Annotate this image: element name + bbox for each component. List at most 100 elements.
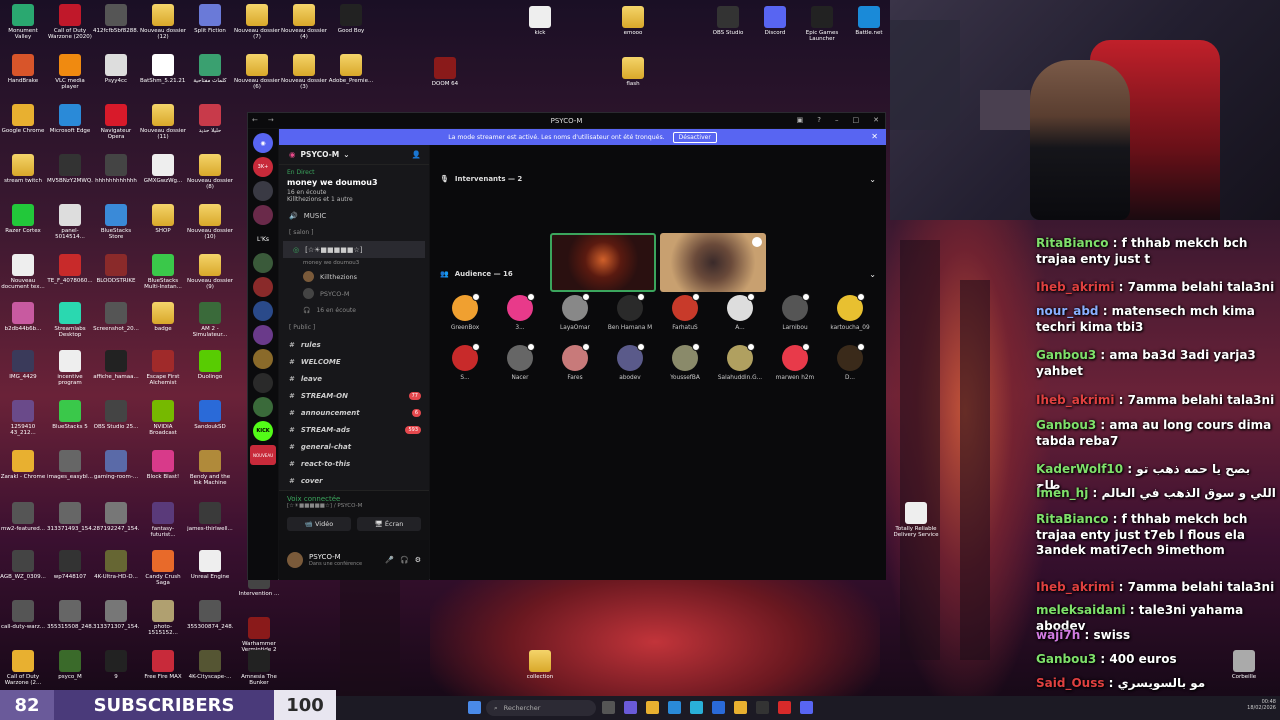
desktop-icon[interactable]: emooo [610, 4, 656, 52]
category-public[interactable]: [ Public ] [279, 319, 429, 336]
home-icon[interactable]: ◉ [253, 133, 273, 153]
desktop-icon[interactable]: b2db44b6b... [0, 300, 46, 348]
screen-share-button[interactable]: 🖥 Écran [357, 517, 421, 531]
desktop-icon[interactable]: Nouveau dossier (4) [281, 2, 327, 50]
desktop-icon[interactable]: Unreal Engine [187, 548, 233, 596]
obs-icon[interactable] [756, 701, 769, 714]
desktop-icon[interactable]: 9 [93, 648, 139, 696]
desktop-icon[interactable]: 412fcfb5bf8288... [93, 2, 139, 50]
inbox-icon[interactable]: ▣ [797, 116, 804, 124]
audience-member[interactable]: YoussefBA [660, 343, 710, 381]
chevron-down-icon[interactable]: ⌄ [869, 175, 876, 184]
desktop-icon[interactable]: Candy Crush Saga [140, 548, 186, 596]
opera-icon[interactable] [778, 701, 791, 714]
desktop-icon[interactable]: حليلا حديد [187, 102, 233, 150]
server-icon[interactable] [253, 253, 273, 273]
desktop-icon[interactable]: photo-1515152... [140, 598, 186, 646]
desktop-icon[interactable]: Nouveau dossier (9) [187, 252, 233, 300]
member-row[interactable]: PSYCO-M [279, 285, 429, 302]
chat-username[interactable]: KaderWolf10 [1036, 462, 1123, 476]
server-icon[interactable]: L'Ks [253, 229, 273, 249]
server-icon[interactable] [253, 349, 273, 369]
chrome-icon[interactable] [734, 701, 747, 714]
audience-member[interactable]: abodev [605, 343, 655, 381]
audience-member[interactable]: S... [440, 343, 490, 381]
settings-icon[interactable]: ⚙ [415, 556, 421, 564]
new-badge[interactable]: NOUVEAU [250, 445, 276, 465]
desktop-icon[interactable]: SandoukSD [187, 398, 233, 446]
desktop-icon[interactable]: BlueStacks Store [93, 202, 139, 250]
member-row[interactable]: Killthezions [279, 268, 429, 285]
audience-member[interactable]: Larnibou [770, 293, 820, 331]
chat-username[interactable]: Iheb_akrimi [1036, 393, 1114, 407]
desktop-icon[interactable]: Nouveau dossier (6) [234, 52, 280, 100]
forward-icon[interactable]: → [268, 116, 274, 124]
desktop-icon[interactable]: affiche_hamaa... [93, 348, 139, 396]
desktop-icon[interactable]: Nouveau dossier (10) [187, 202, 233, 250]
edge-icon[interactable] [690, 701, 703, 714]
audience-member[interactable]: 3... [495, 293, 545, 331]
server-icon[interactable]: 3K+ [253, 157, 273, 177]
desktop-icon[interactable]: SHOP [140, 202, 186, 250]
audience-member[interactable]: Nacer [495, 343, 545, 381]
desktop-icon[interactable]: BatShm_5.21.21... [140, 52, 186, 100]
desktop-icon[interactable]: Streamlabs Desktop [47, 300, 93, 348]
server-header[interactable]: ◉ PSYCO-M ⌄ 👤 [279, 145, 429, 165]
server-icon[interactable] [253, 373, 273, 393]
audience-member[interactable]: Salahuddin.G... [715, 343, 765, 381]
desktop-icon[interactable]: 313371307_154... [93, 598, 139, 646]
system-clock[interactable]: 00:48 18/02/2026 [1247, 699, 1276, 711]
desktop-icon[interactable]: 4K-Cityscape-... [187, 648, 233, 696]
audience-header[interactable]: 👥 Audience — 16 [440, 270, 513, 278]
desktop-icon[interactable]: Psyy4cc [93, 52, 139, 100]
desktop-icon[interactable]: 355315508_248... [47, 598, 93, 646]
desktop-icon[interactable]: Nouveau dossier (12) [140, 2, 186, 50]
channel-item[interactable]: # react-to-this [279, 455, 429, 472]
desktop-icon[interactable]: Screenshot_20... [93, 300, 139, 348]
desktop-icon[interactable]: Duolingo [187, 348, 233, 396]
desktop-icon[interactable]: VLC media player [47, 52, 93, 100]
chat-username[interactable]: meleksaidani [1036, 603, 1126, 617]
desktop-icon[interactable]: Call of Duty Warzone (2020) [47, 2, 93, 50]
desktop-icon[interactable]: Nouveau dossier (11) [140, 102, 186, 150]
desktop-icon[interactable]: Nouveau document tex... [0, 252, 46, 300]
desktop-icon[interactable]: HandBrake [0, 52, 46, 100]
listen-row[interactable]: 🎧 16 en écoute [279, 302, 429, 319]
chat-username[interactable]: Iheb_akrimi [1036, 280, 1114, 294]
desktop-icon[interactable]: wp7448107 [47, 548, 93, 596]
minimize-icon[interactable]: – [835, 116, 839, 124]
audience-member[interactable]: Ben Hamana M [605, 293, 655, 331]
desktop-icon[interactable]: Epic Games Launcher [799, 4, 845, 52]
speaker-tile[interactable] [660, 233, 766, 292]
desktop-icon[interactable]: collection [517, 648, 563, 696]
desktop-icon[interactable]: Discord [752, 4, 798, 52]
desktop-icon[interactable]: OBS Studio 25... [93, 398, 139, 446]
desktop-icon[interactable]: Monument Valley [0, 2, 46, 50]
desktop-icon[interactable]: Call of Duty Warzone (2... [0, 648, 46, 696]
desktop-icon[interactable]: Nouveau dossier (8) [187, 152, 233, 200]
chat-username[interactable]: Ganbou3 [1036, 418, 1096, 432]
speakers-header[interactable]: 🎙 Intervenants — 2 [440, 175, 522, 183]
chat-username[interactable]: waji7h [1036, 628, 1080, 642]
desktop-icon[interactable]: Nouveau dossier (3) [281, 52, 327, 100]
chat-username[interactable]: Iheb_akrimi [1036, 580, 1114, 594]
desktop-icon[interactable]: badge [140, 300, 186, 348]
desktop-icon[interactable]: Bendy and the Ink Machine [187, 448, 233, 496]
desktop-icon[interactable]: Nouveau dossier (7) [234, 2, 280, 50]
windows-start-icon[interactable] [468, 701, 481, 714]
desktop-icon[interactable]: panel-5014514... [47, 202, 93, 250]
avatar[interactable] [287, 552, 303, 568]
server-icon[interactable] [253, 277, 273, 297]
desktop-icon[interactable]: Navigateur Opera [93, 102, 139, 150]
chat-username[interactable]: RitaBianco [1036, 236, 1108, 250]
audience-member[interactable]: GreenBox [440, 293, 490, 331]
desktop-icon[interactable]: hhhhhhhhhhhh [93, 152, 139, 200]
audience-member[interactable]: D... [825, 343, 875, 381]
desktop-icon[interactable]: BLOODSTRIKE [93, 252, 139, 300]
channel-item[interactable]: # general-chat [279, 438, 429, 455]
desktop-icon[interactable]: fantasy-futurist... [140, 500, 186, 548]
desktop-icon[interactable]: Good Boy [328, 2, 374, 50]
desktop-icon[interactable]: AGB_WZ_0309... [0, 548, 46, 596]
chevron-down-icon[interactable]: ⌄ [869, 270, 876, 279]
desktop-icon[interactable]: kick [517, 4, 563, 52]
